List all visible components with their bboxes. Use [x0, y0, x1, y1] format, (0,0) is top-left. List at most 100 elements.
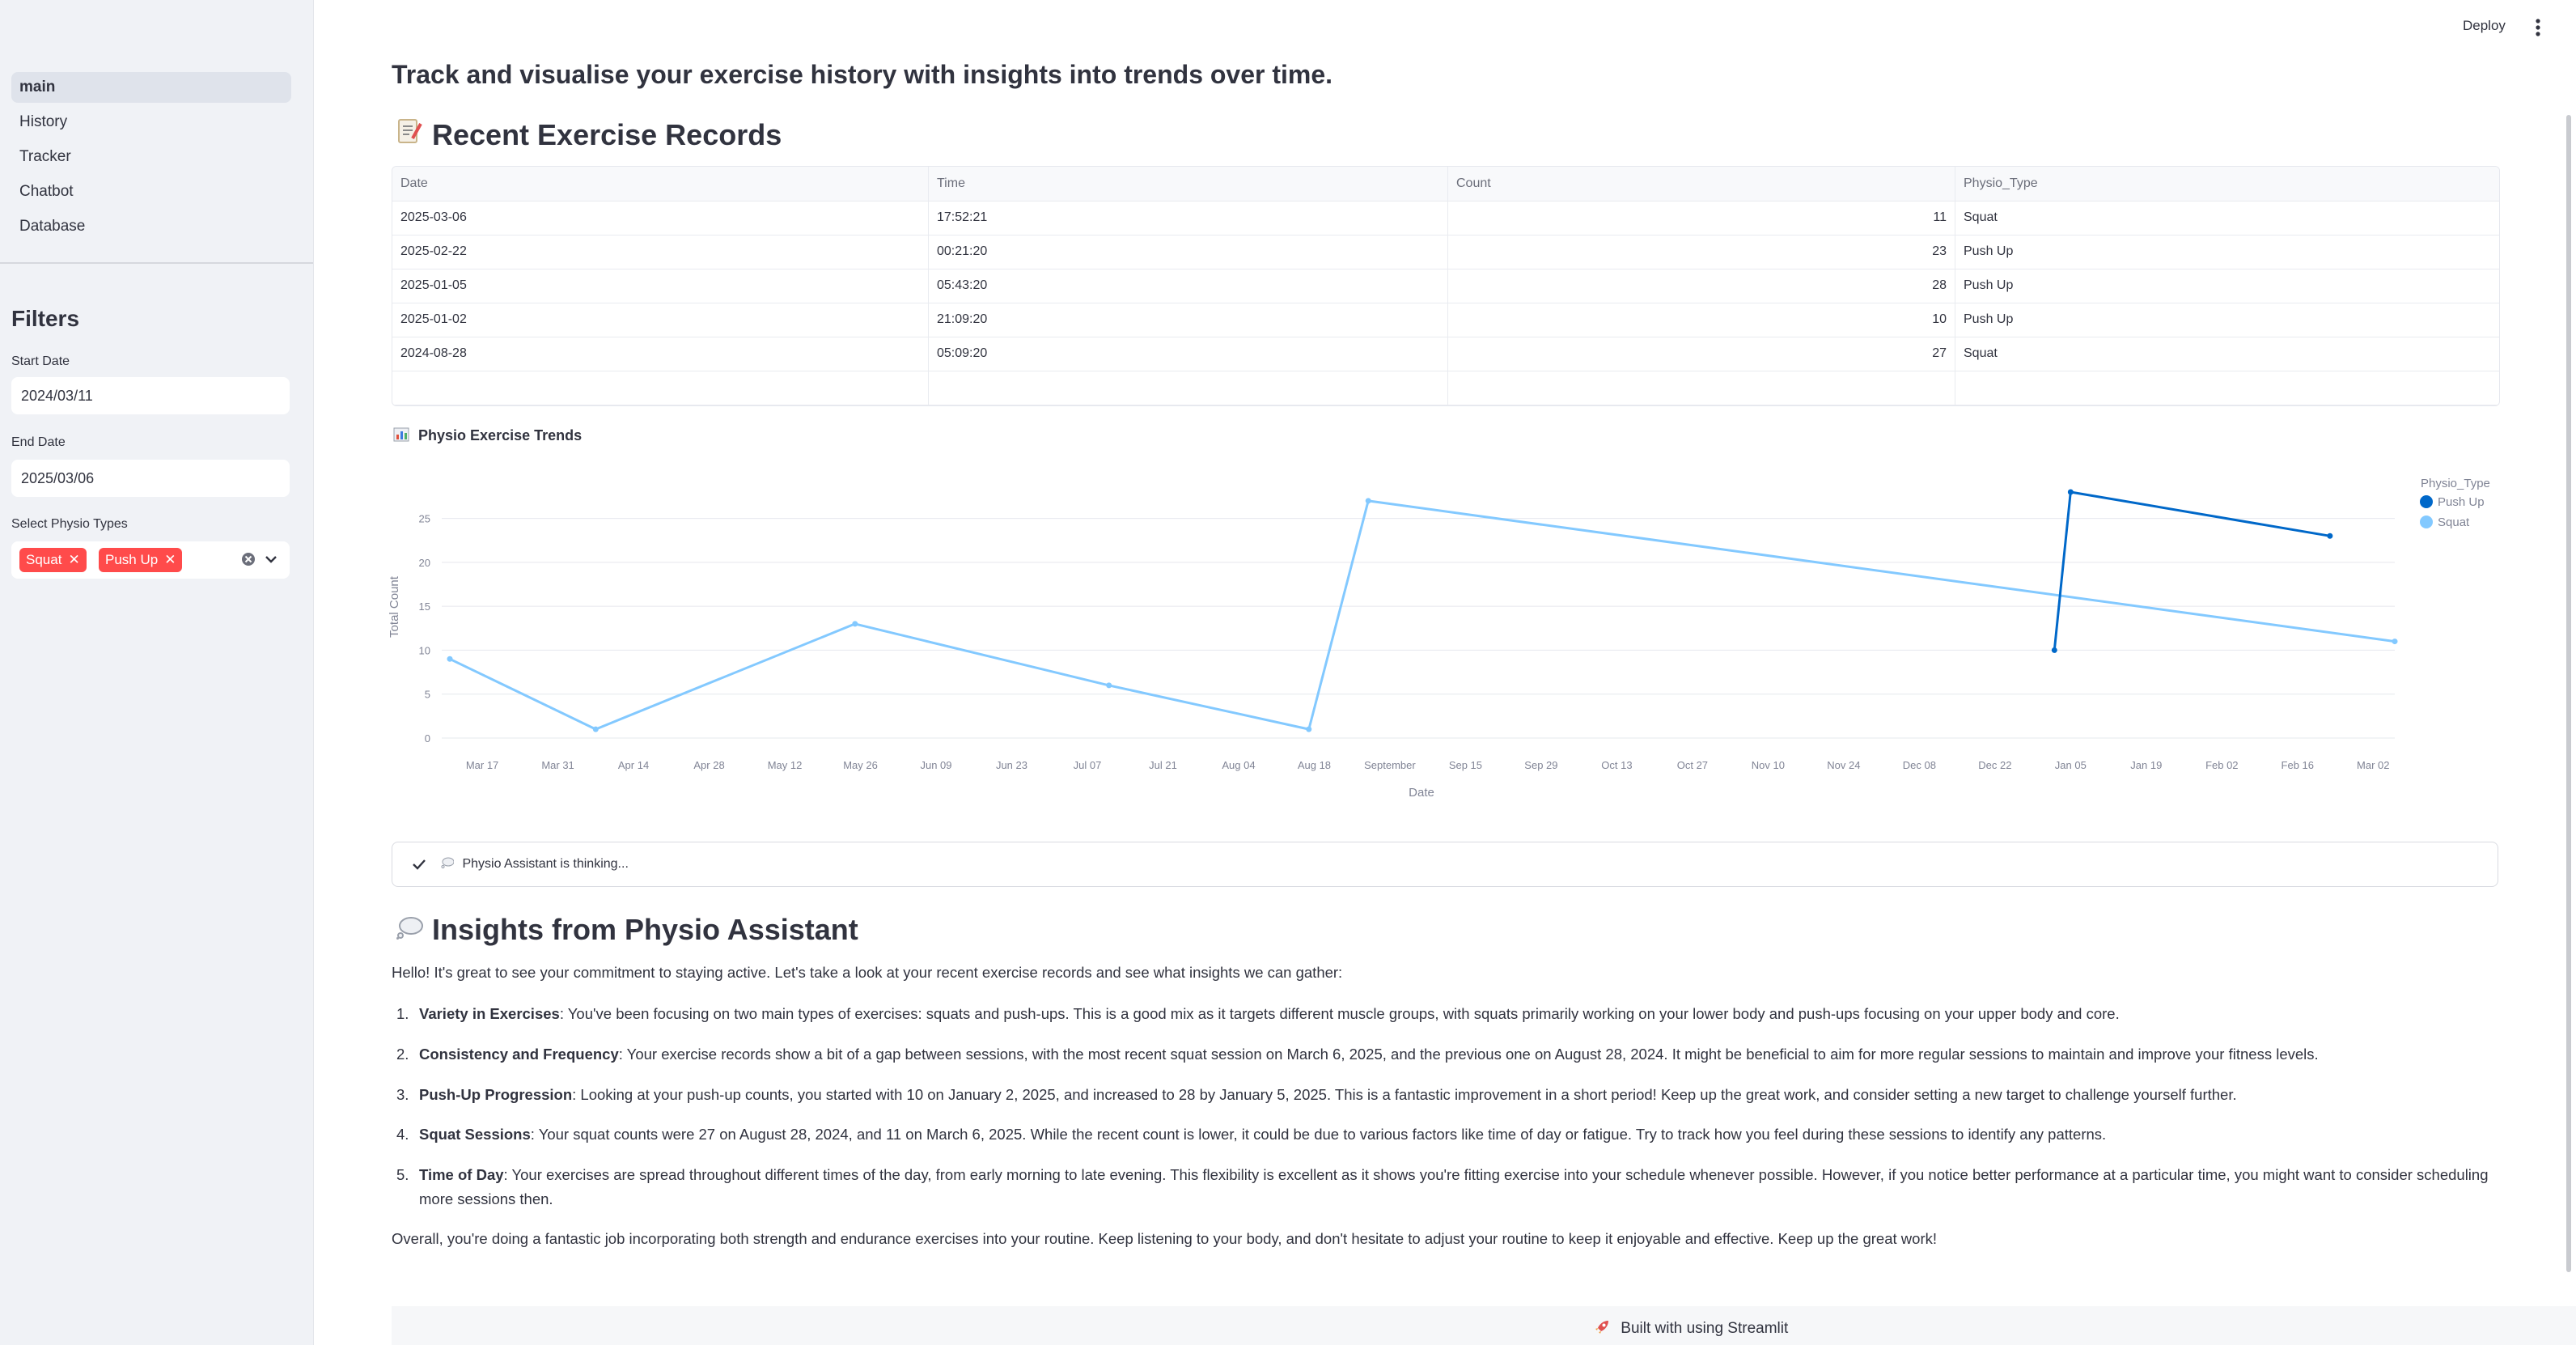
table-cell[interactable]: 2025-02-22: [392, 235, 929, 269]
table-cell[interactable]: [392, 371, 929, 405]
sidebar-item-history[interactable]: History: [11, 107, 291, 138]
memo-icon: [395, 117, 424, 152]
chevron-down-icon[interactable]: [262, 550, 280, 568]
column-header[interactable]: Date: [392, 167, 929, 201]
table-cell[interactable]: 05:43:20: [929, 269, 1448, 303]
y-tick-label: 5: [425, 689, 430, 701]
chart-heading-text: Physio Exercise Trends: [418, 427, 583, 443]
end-date-label: End Date: [11, 435, 66, 449]
chart-legend[interactable]: Physio_Type Push Up Squat: [2420, 477, 2490, 529]
footer-text: Built with using Streamlit: [1594, 1319, 1788, 1338]
end-date-input[interactable]: 2025/03/06: [11, 460, 290, 497]
legend-label[interactable]: Push Up: [2438, 495, 2485, 509]
data-point[interactable]: [852, 621, 858, 627]
data-point[interactable]: [592, 726, 599, 732]
filters-heading: Filters: [11, 306, 80, 331]
x-tick-label: Jun 23: [996, 759, 1027, 771]
x-tick-label: Apr 14: [618, 759, 649, 771]
insight-text: Squat Sessions: Your squat counts were 2…: [419, 1122, 2490, 1147]
legend-label[interactable]: Squat: [2438, 516, 2470, 529]
table-cell[interactable]: Squat: [1955, 201, 2499, 235]
list-number: 4.: [396, 1126, 409, 1143]
sidebar-item-main[interactable]: main: [11, 72, 291, 103]
data-point[interactable]: [1306, 726, 1312, 732]
list-number: 5.: [396, 1166, 409, 1183]
footer: Built with using Streamlit: [392, 1306, 2576, 1345]
deploy-button[interactable]: Deploy: [2463, 18, 2506, 34]
table-cell[interactable]: 28: [1448, 269, 1955, 303]
tag-label: Squat: [26, 552, 62, 567]
table-cell[interactable]: 2025-01-02: [392, 303, 929, 337]
table-cell[interactable]: 2025-03-06: [392, 201, 929, 235]
physio-types-multiselect[interactable]: Squat ✕ Push Up ✕: [11, 541, 290, 579]
table-cell[interactable]: 00:21:20: [929, 235, 1448, 269]
data-point[interactable]: [1365, 498, 1371, 504]
series-line-squat[interactable]: [449, 499, 2396, 731]
table-cell[interactable]: Push Up: [1955, 235, 2499, 269]
table-cell[interactable]: 17:52:21: [929, 201, 1448, 235]
table-cell[interactable]: 27: [1448, 337, 1955, 371]
table-cell[interactable]: [1448, 371, 1955, 405]
x-axis-label: Date: [1409, 786, 1434, 800]
insight-title: Consistency and Frequency: [419, 1046, 619, 1063]
assistant-status[interactable]: Physio Assistant is thinking...: [392, 842, 2498, 887]
scrollbar[interactable]: [2566, 115, 2571, 1272]
insight-text: Push-Up Progression: Looking at your pus…: [419, 1083, 2490, 1107]
clear-all-icon[interactable]: [239, 550, 257, 568]
sidebar-item-database[interactable]: Database: [11, 211, 291, 242]
vertical-ellipsis-icon[interactable]: [2534, 16, 2542, 39]
column-header[interactable]: Time: [929, 167, 1448, 201]
table-cell[interactable]: 05:09:20: [929, 337, 1448, 371]
exercise-trend-chart[interactable]: 0 5 10 15 20 25 Mar 17 Mar 31 Apr 14 Apr 28 May 1…: [388, 453, 2508, 809]
sidebar-divider: [0, 262, 313, 264]
insight-body: : Your squat counts were 27 on August 28…: [530, 1126, 2107, 1143]
data-point[interactable]: [2392, 639, 2398, 645]
x-axis-ticks: Mar 17 Mar 31 Apr 14 Apr 28 May 12 May 26 Jun …: [466, 759, 2390, 771]
sidebar-nav: main History Tracker Chatbot Database: [11, 72, 291, 246]
table-cell[interactable]: Push Up: [1955, 269, 2499, 303]
table-cell[interactable]: 2024-08-28: [392, 337, 929, 371]
data-point[interactable]: [1106, 682, 1112, 689]
remove-tag-icon[interactable]: ✕: [68, 552, 79, 567]
table-cell[interactable]: 11: [1448, 201, 1955, 235]
insight-text: Consistency and Frequency: Your exercise…: [419, 1042, 2490, 1067]
x-tick-label: Jul 21: [1149, 759, 1177, 771]
table-cell[interactable]: Push Up: [1955, 303, 2499, 337]
thought-bubble-icon: [395, 913, 424, 947]
data-point[interactable]: [2067, 489, 2074, 495]
records-table[interactable]: Date Time Count Physio_Type 2025-03-06 1…: [392, 166, 2500, 406]
column-header[interactable]: Count: [1448, 167, 1955, 201]
insight-body: : Looking at your push-up counts, you st…: [572, 1086, 2237, 1103]
x-tick-label: May 12: [768, 759, 803, 771]
table-empty-row[interactable]: [392, 371, 2499, 405]
table-cell[interactable]: 21:09:20: [929, 303, 1448, 337]
table-cell[interactable]: Squat: [1955, 337, 2499, 371]
table-cell[interactable]: 10: [1448, 303, 1955, 337]
data-point[interactable]: [2051, 647, 2057, 653]
tag-push-up: Push Up ✕: [99, 548, 183, 572]
insight-title: Time of Day: [419, 1166, 504, 1183]
x-tick-label: Sep 15: [1449, 759, 1482, 771]
x-tick-label: Apr 28: [693, 759, 724, 771]
data-point[interactable]: [2327, 532, 2333, 539]
column-header[interactable]: Physio_Type: [1955, 167, 2499, 201]
start-date-input[interactable]: 2024/03/11: [11, 377, 290, 414]
x-tick-label: Dec 22: [1978, 759, 2011, 771]
x-tick-label: Nov 10: [1752, 759, 1785, 771]
x-tick-label: Nov 24: [1827, 759, 1860, 771]
table-cell[interactable]: 23: [1448, 235, 1955, 269]
table-cell[interactable]: [1955, 371, 2499, 405]
sidebar-item-chatbot[interactable]: Chatbot: [11, 176, 291, 207]
insight-text: Time of Day: Your exercises are spread t…: [419, 1163, 2490, 1211]
data-point[interactable]: [447, 656, 453, 662]
x-tick-label: Feb 16: [2282, 759, 2314, 771]
table-cell[interactable]: [929, 371, 1448, 405]
chart-series: [447, 489, 2398, 732]
x-tick-label: Mar 02: [2357, 759, 2389, 771]
chart-gridlines: [442, 518, 2395, 739]
footer-label: Built with using Streamlit: [1621, 1320, 1789, 1337]
sidebar-item-tracker[interactable]: Tracker: [11, 142, 291, 172]
remove-tag-icon[interactable]: ✕: [164, 552, 176, 567]
x-tick-label: Mar 31: [541, 759, 574, 771]
table-cell[interactable]: 2025-01-05: [392, 269, 929, 303]
